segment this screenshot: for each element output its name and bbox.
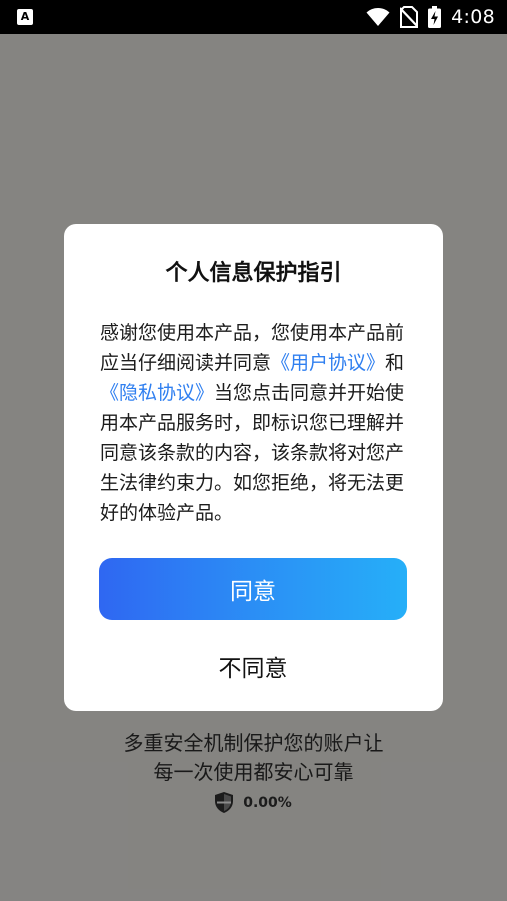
status-bar: A 4:08 bbox=[0, 0, 507, 34]
privacy-policy-link[interactable]: 《隐私协议》 bbox=[100, 382, 214, 404]
user-agreement-link[interactable]: 《用户协议》 bbox=[271, 352, 385, 374]
agree-button[interactable]: 同意 bbox=[99, 558, 407, 620]
wifi-icon bbox=[366, 8, 390, 26]
privacy-guide-dialog: 个人信息保护指引 感谢您使用本产品，您使用本产品前应当仔细阅读并同意《用户协议》… bbox=[64, 224, 443, 711]
app-notification-icon: A bbox=[17, 9, 33, 25]
battery-charging-icon bbox=[428, 6, 442, 28]
system-icons: 4:08 bbox=[366, 0, 495, 34]
message-conjunction: 和 bbox=[385, 352, 405, 374]
dialog-title: 个人信息保护指引 bbox=[165, 261, 342, 286]
disagree-button[interactable]: 不同意 bbox=[99, 638, 407, 694]
no-sim-icon bbox=[400, 6, 419, 28]
dialog-message: 感谢您使用本产品，您使用本产品前应当仔细阅读并同意《用户协议》和《隐私协议》当您… bbox=[100, 318, 410, 528]
screen: A 4:08 多重安全机制保护您的账户让 每一次使用都安心可靠 0.00% 个人… bbox=[0, 0, 507, 901]
status-time: 4:08 bbox=[451, 6, 495, 28]
